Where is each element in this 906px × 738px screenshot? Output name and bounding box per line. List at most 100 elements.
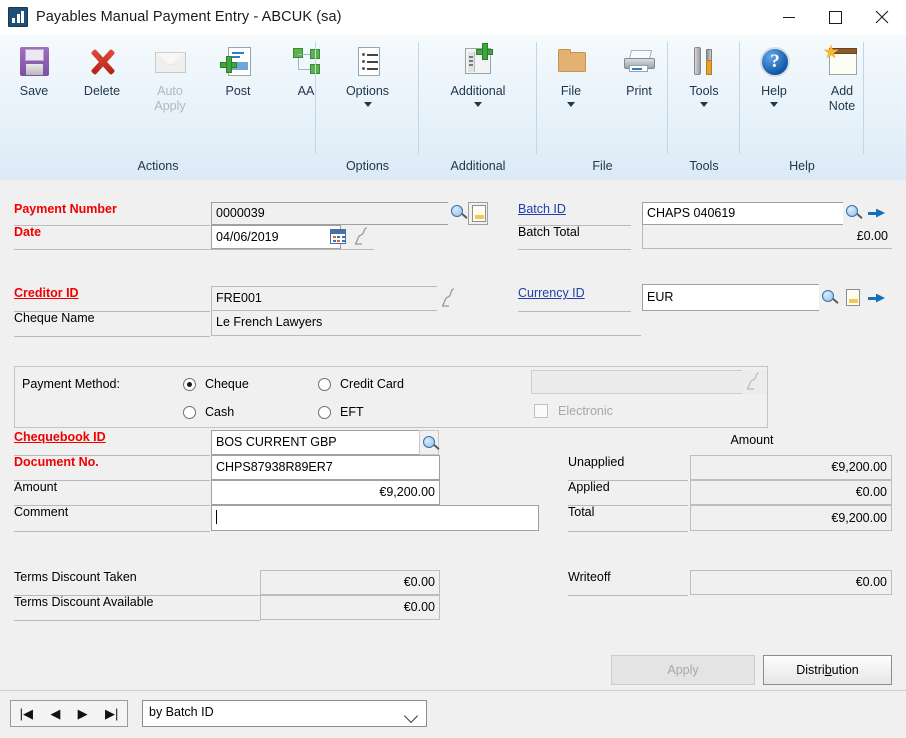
ribbon-group-label-tools: Tools [689, 159, 719, 174]
date-input[interactable]: 04/06/2019 [211, 225, 341, 249]
document-no-input[interactable]: CHPS87938R89ER7 [211, 455, 440, 480]
next-record-button[interactable]: ▶ [78, 707, 88, 720]
radio-eft-label[interactable]: EFT [340, 405, 364, 419]
currency-id-goto-button[interactable] [866, 284, 886, 311]
search-icon [822, 290, 834, 302]
payment-entry-form: Payment Number 0000039 Date 04/06/2019 B… [0, 180, 906, 690]
delete-button[interactable]: Delete [68, 42, 136, 99]
card-name-expand-button[interactable] [742, 370, 766, 394]
payment-number-label-cell: Payment Number [14, 202, 210, 226]
comment-input[interactable] [211, 505, 539, 531]
currency-id-lookup-button[interactable] [819, 284, 839, 311]
chevron-down-icon [700, 101, 708, 107]
radio-credit-card-label[interactable]: Credit Card [340, 377, 404, 391]
title-bar: Payables Manual Payment Entry - ABCUK (s… [0, 0, 906, 34]
file-button[interactable]: File [537, 42, 605, 107]
record-nav-buttons: |◀ ◀ ▶ ▶| [10, 700, 128, 727]
ribbon-group-label-actions: Actions [137, 159, 179, 174]
search-icon [451, 205, 463, 217]
chevron-down-icon[interactable] [398, 701, 426, 726]
ribbon: Save Delete Auto Apply Post AA Actions O… [0, 34, 906, 181]
note-icon [472, 205, 486, 222]
note-icon [846, 289, 860, 306]
electronic-checkbox[interactable] [534, 404, 548, 418]
print-button[interactable]: Print [605, 42, 673, 99]
window-title: Payables Manual Payment Entry - ABCUK (s… [36, 9, 342, 25]
batch-total-label-cell: Batch Total [518, 225, 631, 250]
ribbon-group-help: ? Help Add Note Help [740, 36, 864, 178]
radio-cash-label[interactable]: Cash [205, 405, 234, 419]
question-circle-icon: ? [756, 44, 792, 80]
close-icon [875, 10, 889, 24]
note-star-icon [823, 44, 860, 80]
radio-eft[interactable] [318, 406, 331, 419]
tools-button[interactable]: Tools [668, 42, 740, 107]
radio-cheque[interactable] [183, 378, 196, 391]
sort-by-dropdown[interactable]: by Batch ID [142, 700, 427, 727]
list-document-icon [350, 44, 386, 80]
total-value: €9,200.00 [690, 505, 892, 531]
payment-number-note-button[interactable] [468, 202, 488, 225]
radio-cash[interactable] [183, 406, 196, 419]
document-no-label-cell: Document No. [14, 455, 210, 481]
applied-label: Applied [568, 480, 610, 494]
card-name-input[interactable] [531, 370, 743, 394]
maximize-button[interactable] [812, 0, 858, 34]
expand-icon [746, 372, 760, 390]
batch-id-goto-button[interactable] [866, 202, 886, 225]
writeoff-label-cell: Writeoff [568, 570, 688, 596]
ribbon-group-label-help: Help [789, 159, 815, 174]
total-label: Total [568, 505, 595, 519]
payment-number-input[interactable]: 0000039 [211, 202, 453, 225]
help-button[interactable]: ? Help [740, 42, 808, 107]
first-record-button[interactable]: |◀ [20, 707, 33, 720]
date-expand-button[interactable] [350, 225, 374, 249]
ribbon-group-options: Options Options [316, 36, 419, 178]
payment-number-lookup-button[interactable] [448, 202, 468, 225]
electronic-label: Electronic [558, 404, 613, 418]
last-record-button[interactable]: ▶| [105, 707, 118, 720]
ribbon-group-label-additional: Additional [450, 159, 506, 174]
ribbon-group-file: File Print File [537, 36, 668, 178]
creditor-id-expand-button[interactable] [437, 286, 461, 311]
record-navigation-bar: |◀ ◀ ▶ ▶| by Batch ID [0, 690, 906, 738]
currency-id-label[interactable]: Currency ID [518, 286, 585, 300]
arrow-right-icon [868, 207, 884, 219]
date-label-cell: Date [14, 225, 210, 250]
add-note-button[interactable]: Add Note [808, 42, 876, 113]
previous-record-button[interactable]: ◀ [50, 707, 60, 720]
options-button[interactable]: Options [316, 42, 419, 107]
creditor-id-label-cell: Creditor ID [14, 286, 210, 312]
save-button[interactable]: Save [0, 42, 68, 99]
currency-id-input[interactable]: EUR [642, 284, 820, 311]
additional-button[interactable]: Additional [419, 42, 537, 107]
chequebook-id-lookup-button[interactable] [419, 430, 439, 455]
currency-id-new-button[interactable] [843, 284, 863, 311]
terms-discount-taken-value: €0.00 [260, 570, 440, 595]
batch-id-lookup-button[interactable] [843, 202, 863, 225]
payment-number-label: Payment Number [14, 202, 117, 216]
terms-discount-taken-label-cell: Terms Discount Taken [14, 570, 260, 596]
amount-input[interactable]: €9,200.00 [211, 480, 440, 505]
close-button[interactable] [858, 0, 906, 34]
creditor-id-input[interactable]: FRE001 [211, 286, 438, 311]
chequebook-id-label[interactable]: Chequebook ID [14, 430, 106, 444]
batch-total-label: Batch Total [518, 225, 580, 239]
distribution-button[interactable]: Distribution [763, 655, 892, 685]
chart-bars-icon [8, 7, 28, 27]
apply-button[interactable]: Apply [611, 655, 755, 685]
batch-id-input[interactable]: CHAPS 040619 [642, 202, 844, 225]
post-button[interactable]: Post [204, 42, 272, 99]
radio-cheque-label[interactable]: Cheque [205, 377, 249, 391]
document-plus-icon [220, 44, 256, 80]
auto-apply-button[interactable]: Auto Apply [136, 42, 204, 113]
radio-credit-card[interactable] [318, 378, 331, 391]
applied-value: €0.00 [690, 480, 892, 505]
comment-label: Comment [14, 505, 69, 519]
batch-id-label[interactable]: Batch ID [518, 202, 566, 216]
creditor-id-label[interactable]: Creditor ID [14, 286, 79, 300]
minimize-button[interactable] [766, 0, 812, 34]
ribbon-group-label-options: Options [345, 159, 390, 174]
search-icon [423, 436, 435, 448]
chequebook-id-input[interactable]: BOS CURRENT GBP [211, 430, 420, 455]
